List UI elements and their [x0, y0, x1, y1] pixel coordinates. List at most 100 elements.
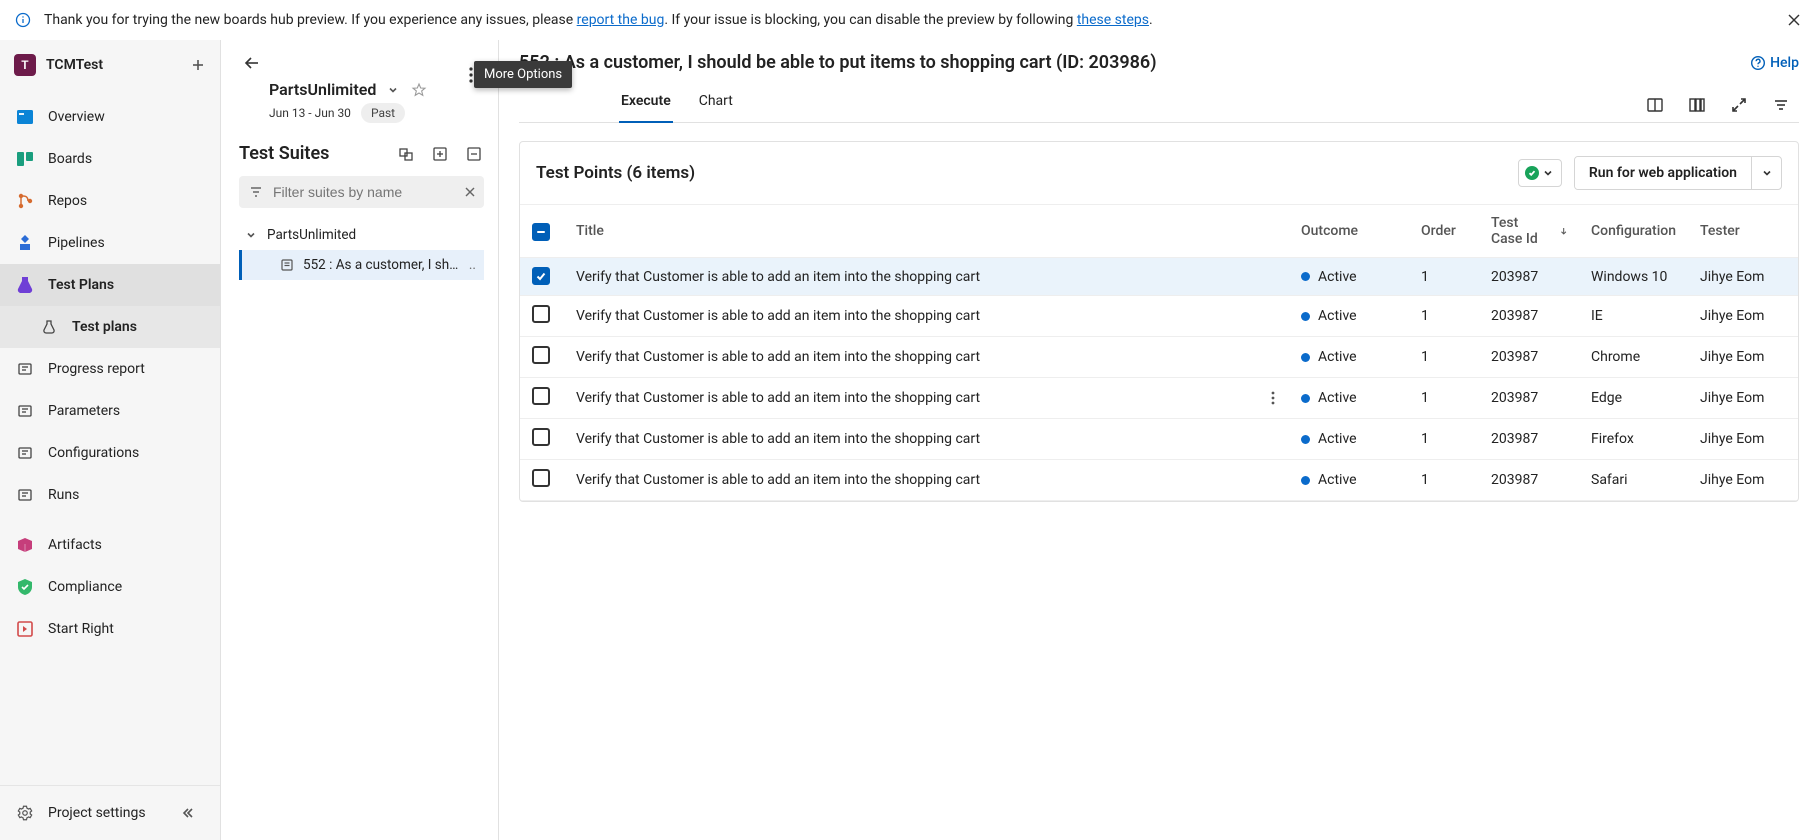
overview-icon — [14, 106, 36, 128]
col-order-header[interactable]: Order — [1421, 223, 1456, 239]
expand-suites-button[interactable] — [396, 144, 416, 164]
plan-dropdown-button[interactable] — [384, 81, 402, 99]
row-outcome: Active — [1301, 269, 1397, 285]
sidebar-item-repos[interactable]: Repos — [0, 180, 220, 222]
project-avatar: T — [14, 54, 36, 76]
tab-chart[interactable]: Chart — [697, 87, 735, 123]
add-suite-button[interactable] — [430, 144, 450, 164]
chevron-down-icon — [1541, 164, 1555, 182]
status-dot-icon — [1301, 353, 1310, 362]
row-caseid: 203987 — [1479, 337, 1579, 378]
sidebar-item-start-right[interactable]: Start Right — [0, 608, 220, 650]
row-title[interactable]: Verify that Customer is able to add an i… — [564, 460, 1259, 501]
sidebar-item-test-plans-sub[interactable]: Test plans — [0, 306, 220, 348]
sidebar-item-test-plans[interactable]: Test Plans — [0, 264, 220, 306]
row-title[interactable]: Verify that Customer is able to add an i… — [564, 258, 1259, 296]
project-header[interactable]: T TCMTest — [0, 40, 220, 90]
sidebar-item-compliance[interactable]: Compliance — [0, 566, 220, 608]
table-row[interactable]: Verify that Customer is able to add an i… — [520, 337, 1798, 378]
row-caseid: 203987 — [1479, 460, 1579, 501]
sidebar-item-label: Artifacts — [48, 537, 206, 553]
table-row[interactable]: Verify that Customer is able to add an i… — [520, 296, 1798, 337]
clear-filter-button[interactable] — [464, 186, 476, 198]
truncation-indicator: .. — [469, 257, 480, 273]
status-dot-icon — [1301, 476, 1310, 485]
help-link[interactable]: Help — [1750, 55, 1799, 71]
sidebar-item-boards[interactable]: Boards — [0, 138, 220, 180]
collapse-sidebar-button[interactable] — [176, 802, 198, 824]
row-checkbox[interactable] — [532, 387, 550, 405]
tab-execute[interactable]: Execute — [619, 87, 673, 123]
runs-icon — [14, 484, 36, 506]
add-project-button[interactable] — [190, 57, 206, 73]
row-checkbox[interactable] — [532, 346, 550, 364]
table-row[interactable]: Verify that Customer is able to add an i… — [520, 419, 1798, 460]
back-button[interactable] — [239, 50, 265, 76]
table-row[interactable]: Verify that Customer is able to add an i… — [520, 258, 1798, 296]
row-checkbox[interactable] — [532, 267, 550, 285]
row-title[interactable]: Verify that Customer is able to add an i… — [564, 337, 1259, 378]
col-outcome-header[interactable]: Outcome — [1301, 223, 1358, 239]
col-caseid-header[interactable]: Test Case Id — [1491, 215, 1567, 247]
row-title[interactable]: Verify that Customer is able to add an i… — [564, 296, 1259, 337]
col-title-header[interactable]: Title — [576, 223, 604, 239]
view-split-button[interactable] — [1687, 95, 1707, 115]
sidebar-item-label: Compliance — [48, 579, 206, 595]
favorite-button[interactable] — [410, 81, 428, 99]
tree-suite-node[interactable]: 552 : As a customer, I shoul... .. — [239, 250, 484, 280]
close-banner-button[interactable] — [1783, 9, 1805, 31]
filter-suites-input[interactable] — [273, 184, 454, 200]
run-options-dropdown[interactable] — [1751, 157, 1781, 189]
row-config: Firefox — [1579, 419, 1688, 460]
sidebar-item-runs[interactable]: Runs — [0, 474, 220, 516]
sidebar-item-overview[interactable]: Overview — [0, 96, 220, 138]
row-checkbox[interactable] — [532, 469, 550, 487]
table-row[interactable]: Verify that Customer is able to add an i… — [520, 378, 1798, 419]
configurations-icon — [14, 442, 36, 464]
plan-title[interactable]: PartsUnlimited — [269, 80, 376, 99]
row-outcome: Active — [1301, 431, 1397, 447]
row-checkbox[interactable] — [532, 305, 550, 323]
status-dot-icon — [1301, 312, 1310, 321]
more-options-button[interactable]: More Options — [462, 67, 480, 83]
preview-banner: Thank you for trying the new boards hub … — [0, 0, 1819, 40]
outcome-filter-chip[interactable] — [1518, 159, 1562, 187]
pipelines-icon — [14, 232, 36, 254]
filter-toggle-button[interactable] — [1771, 95, 1791, 115]
row-outcome: Active — [1301, 308, 1397, 324]
tree-root-node[interactable]: PartsUnlimited — [239, 220, 484, 250]
row-caseid: 203987 — [1479, 296, 1579, 337]
table-row[interactable]: Verify that Customer is able to add an i… — [520, 460, 1798, 501]
test-points-header: Test Points (6 items) — [536, 163, 695, 183]
run-web-app-button[interactable]: Run for web application — [1575, 157, 1751, 189]
left-sidebar: T TCMTest OverviewBoardsReposPipelinesTe… — [0, 40, 221, 840]
disable-steps-link[interactable]: these steps — [1077, 12, 1149, 28]
sidebar-item-label: Runs — [48, 487, 206, 503]
filter-suites-input-wrapper[interactable] — [239, 176, 484, 208]
sidebar-item-configurations[interactable]: Configurations — [0, 432, 220, 474]
row-config: Safari — [1579, 460, 1688, 501]
sidebar-item-parameters[interactable]: Parameters — [0, 390, 220, 432]
row-config: IE — [1579, 296, 1688, 337]
project-settings-link[interactable]: Project settings — [0, 792, 220, 834]
row-tester: Jihye Eom — [1688, 378, 1798, 419]
row-more-button[interactable] — [1271, 391, 1277, 405]
delete-suite-button[interactable] — [464, 144, 484, 164]
report-bug-link[interactable]: report the bug — [577, 12, 665, 28]
sidebar-item-progress[interactable]: Progress report — [0, 348, 220, 390]
select-all-checkbox[interactable] — [532, 223, 550, 241]
layout-columns-button[interactable] — [1645, 95, 1665, 115]
row-title[interactable]: Verify that Customer is able to add an i… — [564, 419, 1259, 460]
run-split-button: Run for web application — [1574, 156, 1782, 190]
info-icon — [14, 11, 32, 29]
row-checkbox[interactable] — [532, 428, 550, 446]
fullscreen-button[interactable] — [1729, 95, 1749, 115]
sidebar-item-label: Parameters — [48, 403, 206, 419]
sidebar-item-artifacts[interactable]: Artifacts — [0, 524, 220, 566]
col-tester-header[interactable]: Tester — [1700, 223, 1740, 239]
artifacts-icon — [14, 534, 36, 556]
col-config-header[interactable]: Configuration — [1591, 223, 1676, 239]
row-title[interactable]: Verify that Customer is able to add an i… — [564, 378, 1259, 419]
sidebar-item-pipelines[interactable]: Pipelines — [0, 222, 220, 264]
status-dot-icon — [1301, 435, 1310, 444]
